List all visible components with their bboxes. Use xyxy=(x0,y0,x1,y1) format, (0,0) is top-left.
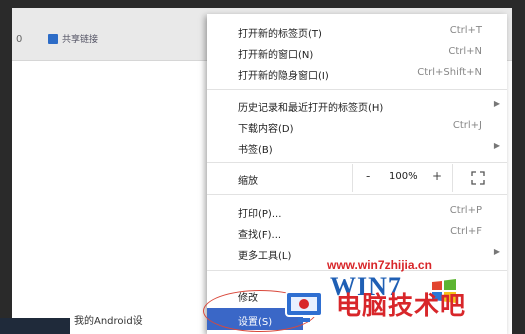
zoom-level: 100% xyxy=(389,171,418,182)
watermark-site-text: www.win7zhijia.cn xyxy=(327,258,432,272)
menu-item-label: 打开新的隐身窗口(I) xyxy=(238,71,329,82)
menu-item-downloads[interactable]: 下载内容(D) Ctrl+J xyxy=(207,117,507,135)
menu-item-new-incognito-window[interactable]: 打开新的隐身窗口(I) Ctrl+Shift+N xyxy=(207,64,507,82)
zoom-in-button[interactable]: + xyxy=(432,169,442,183)
zoom-out-button[interactable]: - xyxy=(366,169,370,183)
menu-item-label: 打开新的窗口(N) xyxy=(238,50,314,61)
watermark-cn-text: 电脑技术吧 xyxy=(336,291,467,320)
menu-item-label: 书签(B) xyxy=(238,145,273,156)
submenu-arrow-icon: ▶ xyxy=(493,141,500,150)
menu-item-print[interactable]: 打印(P)... Ctrl+P xyxy=(207,202,507,220)
menu-item-shortcut: Ctrl+P xyxy=(449,205,482,216)
bookmark-item-label: 共享链接 xyxy=(62,35,99,45)
menu-item-label: 更多工具(L) xyxy=(238,251,292,262)
menu-item-shortcut: Ctrl+N xyxy=(448,46,482,57)
menu-separator xyxy=(207,162,507,163)
bookmark-favicon-icon xyxy=(48,33,58,44)
menu-item-label: 下载内容(D) xyxy=(238,124,294,135)
menu-item-label: 打开新的标签页(T) xyxy=(238,29,322,40)
menu-item-new-tab[interactable]: 打开新的标签页(T) Ctrl+T xyxy=(207,22,507,40)
menu-item-shortcut: Ctrl+F xyxy=(450,226,482,237)
submenu-arrow-icon: ▶ xyxy=(493,99,500,108)
menu-item-bookmarks[interactable]: 书签(B) ▶ xyxy=(207,138,507,156)
bookmarks-bar-text: 0 xyxy=(16,34,23,45)
page-dark-strip xyxy=(0,318,70,334)
menu-item-shortcut: Ctrl+Shift+N xyxy=(417,67,482,78)
zoom-label: 缩放 xyxy=(238,176,258,187)
fullscreen-icon[interactable] xyxy=(471,171,485,185)
menu-item-label: 打印(P)... xyxy=(238,209,282,220)
menu-item-find[interactable]: 查找(F)... Ctrl+F xyxy=(207,223,507,241)
menu-item-label: 历史记录和最近打开的标签页(H) xyxy=(238,103,384,114)
menu-item-shortcut: Ctrl+J xyxy=(452,120,482,131)
menu-zoom-row: 缩放 - 100% + xyxy=(207,164,507,192)
page-bottom-text: 我的Android设 xyxy=(74,316,143,327)
menu-separator xyxy=(207,89,507,90)
bookmark-item[interactable]: 共享链接 xyxy=(48,32,98,45)
computer-logo-icon xyxy=(285,291,323,322)
menu-item-shortcut: Ctrl+T xyxy=(449,25,482,36)
menu-separator xyxy=(207,194,507,195)
submenu-arrow-icon: ▶ xyxy=(493,247,500,256)
menu-item-history[interactable]: 历史记录和最近打开的标签页(H) ▶ xyxy=(207,96,507,114)
menu-item-label: 查找(F)... xyxy=(238,230,282,241)
zoom-controls: - 100% + xyxy=(352,164,453,192)
menu-item-new-window[interactable]: 打开新的窗口(N) Ctrl+N xyxy=(207,43,507,61)
